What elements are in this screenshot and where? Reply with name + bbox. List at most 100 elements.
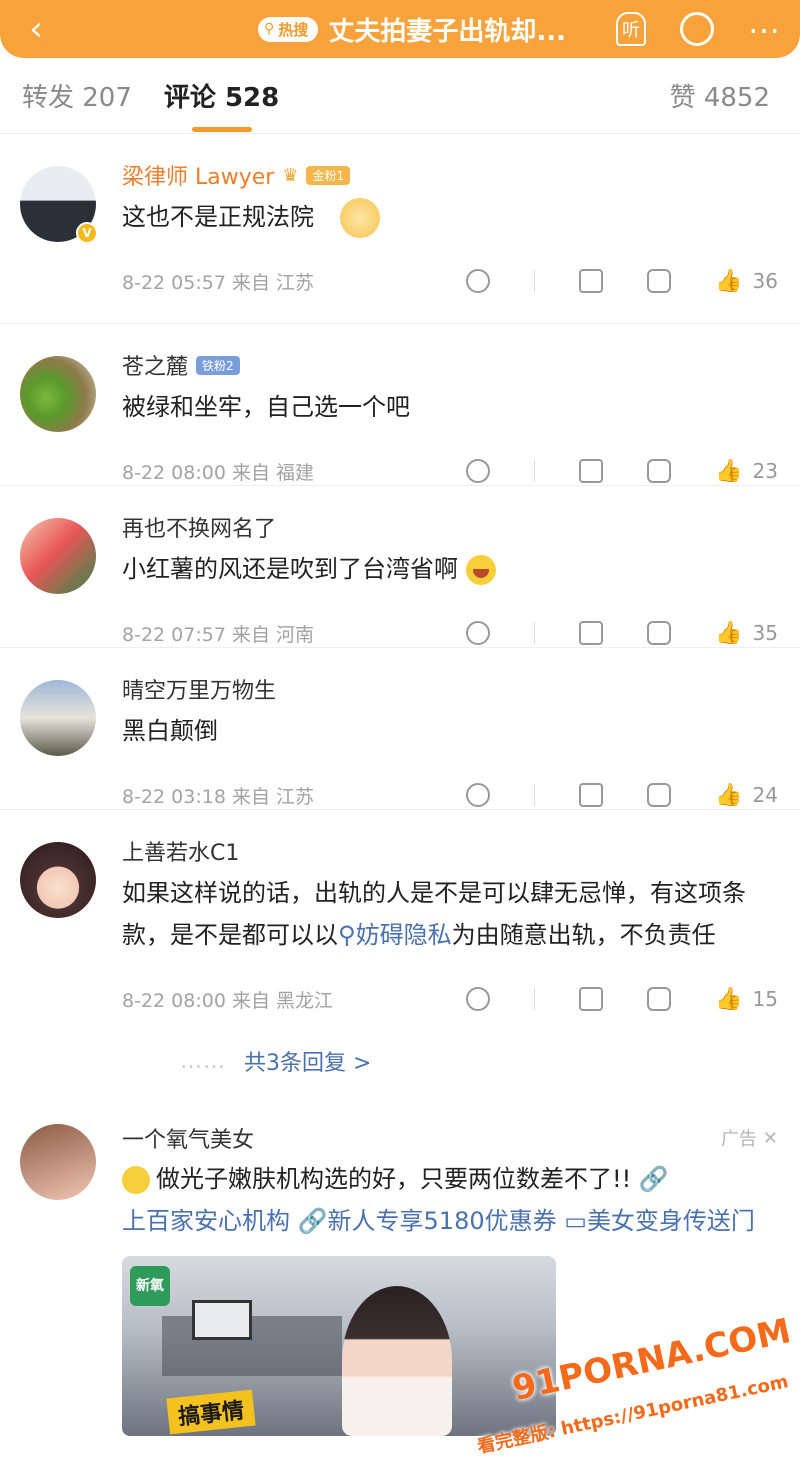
- comment-text: 小红薯的风还是吹到了台湾省啊: [122, 548, 778, 590]
- like-count: 36: [752, 269, 778, 293]
- brand-logo: 新氧: [130, 1266, 170, 1306]
- tab-reposts-label: 转发 207: [22, 83, 132, 113]
- avatar[interactable]: [20, 842, 96, 918]
- reply-button[interactable]: [647, 621, 672, 645]
- share-button[interactable]: [579, 459, 604, 483]
- tab-bar: 转发 207 评论 528 赞 4852: [0, 58, 800, 134]
- dislike-button[interactable]: [466, 269, 491, 293]
- comment-item: V 梁律师 Lawyer ♛ 金粉1 这也不是正规法院 8-22 05:57 来…: [0, 134, 800, 324]
- hot-topic[interactable]: ⚲ 热搜 丈夫拍妻子出轨却...: [234, 11, 590, 48]
- monitor-shape: [192, 1300, 252, 1340]
- share-button[interactable]: [579, 783, 604, 807]
- ad-label-text: 广告: [720, 1129, 757, 1150]
- comment-text-tail: 为由随意出轨，不负责任: [451, 921, 716, 949]
- dislike-button[interactable]: [466, 783, 491, 807]
- replies-label: 共3条回复 >: [244, 1051, 372, 1076]
- comment-icon: [647, 459, 672, 483]
- comment-icon: [647, 269, 672, 293]
- reply-button[interactable]: [647, 783, 672, 807]
- divider: [534, 784, 536, 806]
- like-button[interactable]: 👍 23: [715, 459, 778, 484]
- username[interactable]: 梁律师 Lawyer: [122, 159, 274, 191]
- ad-label[interactable]: 广告 ✕: [721, 1125, 778, 1151]
- search-icon[interactable]: [680, 12, 714, 46]
- ad-link-institutions[interactable]: 上百家安心机构: [122, 1207, 290, 1235]
- share-button[interactable]: [579, 987, 604, 1011]
- like-count: 24: [752, 783, 778, 807]
- comment-item: 上善若水C1 如果这样说的话，出轨的人是不是可以肆无忌惮，有这项条款，是不是都可…: [0, 810, 800, 1106]
- frown-icon: [466, 987, 491, 1011]
- comment-icon: [647, 987, 672, 1011]
- link-icon: 🔗: [638, 1165, 669, 1193]
- ad-link-coupon[interactable]: 新人专享5180优惠券: [328, 1207, 557, 1235]
- divider: [534, 460, 536, 482]
- view-replies-link[interactable]: …… 共3条回复 >: [122, 1034, 778, 1088]
- comment-text: 被绿和坐牢，自己选一个吧: [122, 393, 410, 421]
- comment-time: 8-22 07:57 来自 河南: [122, 623, 314, 646]
- tab-comments-label: 评论 528: [163, 83, 280, 113]
- comment-list: V 梁律师 Lawyer ♛ 金粉1 这也不是正规法院 8-22 05:57 来…: [0, 134, 800, 1106]
- share-button[interactable]: [579, 269, 604, 293]
- share-button[interactable]: [579, 621, 604, 645]
- reply-button[interactable]: [647, 459, 672, 483]
- fan-badge: 金粉1: [306, 165, 351, 185]
- comment-time: 8-22 08:00 来自 福建: [122, 461, 314, 484]
- back-icon[interactable]: ‹: [18, 11, 54, 47]
- tab-comments[interactable]: 评论 528: [163, 77, 280, 132]
- comment-text: 这也不是正规法院: [122, 196, 778, 238]
- hot-search-tag: ⚲ 热搜: [258, 16, 319, 42]
- more-icon[interactable]: …: [748, 6, 782, 38]
- link-icon: 🔗: [297, 1207, 328, 1235]
- listen-button[interactable]: 听: [616, 12, 646, 46]
- presenter-image: [342, 1286, 452, 1436]
- listen-label: 听: [622, 20, 640, 41]
- avatar[interactable]: [20, 680, 96, 756]
- frown-icon: [466, 783, 491, 807]
- video-caption: 搞事情: [166, 1389, 256, 1435]
- search-small-icon: ⚲: [338, 921, 356, 949]
- reply-button[interactable]: [647, 987, 672, 1011]
- comment-text: 如果这样说的话，出轨的人是不是可以肆无忌惮，有这项条款，是不是都可以以⚲妨碍隐私…: [122, 872, 778, 956]
- ad-username[interactable]: 一个氧气美女: [122, 1122, 254, 1154]
- like-button[interactable]: 👍 24: [715, 783, 778, 808]
- comment-time: 8-22 05:57 来自 江苏: [122, 271, 314, 294]
- avatar[interactable]: [20, 356, 96, 432]
- tab-reposts[interactable]: 转发 207: [22, 77, 132, 114]
- laughing-emoji-icon: [465, 555, 496, 585]
- comment-time: 8-22 08:00 来自 黑龙江: [122, 989, 333, 1012]
- comment-item: 晴空万里万物生 黑白颠倒 8-22 03:18 来自 江苏 👍 24: [0, 648, 800, 810]
- comment-icon: [647, 621, 672, 645]
- smile-emoji-icon: [122, 1166, 150, 1194]
- verified-icon: V: [76, 222, 98, 244]
- like-button[interactable]: 👍 36: [715, 269, 778, 294]
- ad-link-portal[interactable]: 美女变身传送门: [587, 1207, 755, 1235]
- dislike-button[interactable]: [466, 459, 491, 483]
- thumbs-up-icon: 👍: [715, 782, 743, 808]
- close-icon[interactable]: ✕: [763, 1128, 778, 1149]
- like-button[interactable]: 👍 15: [715, 987, 778, 1012]
- tab-likes[interactable]: 赞 4852: [670, 77, 770, 114]
- username[interactable]: 上善若水C1: [122, 835, 239, 867]
- comment-text: 黑白颠倒: [122, 717, 218, 745]
- reply-button[interactable]: [647, 269, 672, 293]
- crown-icon: ♛: [282, 164, 299, 186]
- hot-tag-label: 热搜: [278, 20, 309, 39]
- avatar[interactable]: [20, 518, 96, 594]
- avatar[interactable]: [20, 1124, 96, 1200]
- dislike-button[interactable]: [466, 987, 491, 1011]
- comment-time: 8-22 03:18 来自 江苏: [122, 785, 314, 808]
- topic-link-label: 妨碍隐私: [355, 921, 452, 949]
- username[interactable]: 晴空万里万物生: [122, 673, 276, 705]
- like-button[interactable]: 👍 35: [715, 621, 778, 646]
- thumbs-up-icon: 👍: [715, 986, 743, 1012]
- dislike-button[interactable]: [466, 621, 491, 645]
- frown-icon: [466, 459, 491, 483]
- username[interactable]: 再也不换网名了: [122, 511, 276, 543]
- topic-link[interactable]: ⚲妨碍隐私: [338, 921, 452, 949]
- video-icon: ▭: [564, 1207, 587, 1235]
- divider: [534, 622, 536, 644]
- watermark: 91PORNA.COM 看完整版: https://91porna81.com: [470, 1311, 800, 1470]
- fan-badge: 铁粉2: [196, 355, 240, 375]
- username[interactable]: 苍之麓: [122, 349, 188, 381]
- search-small-icon: ⚲: [264, 21, 275, 37]
